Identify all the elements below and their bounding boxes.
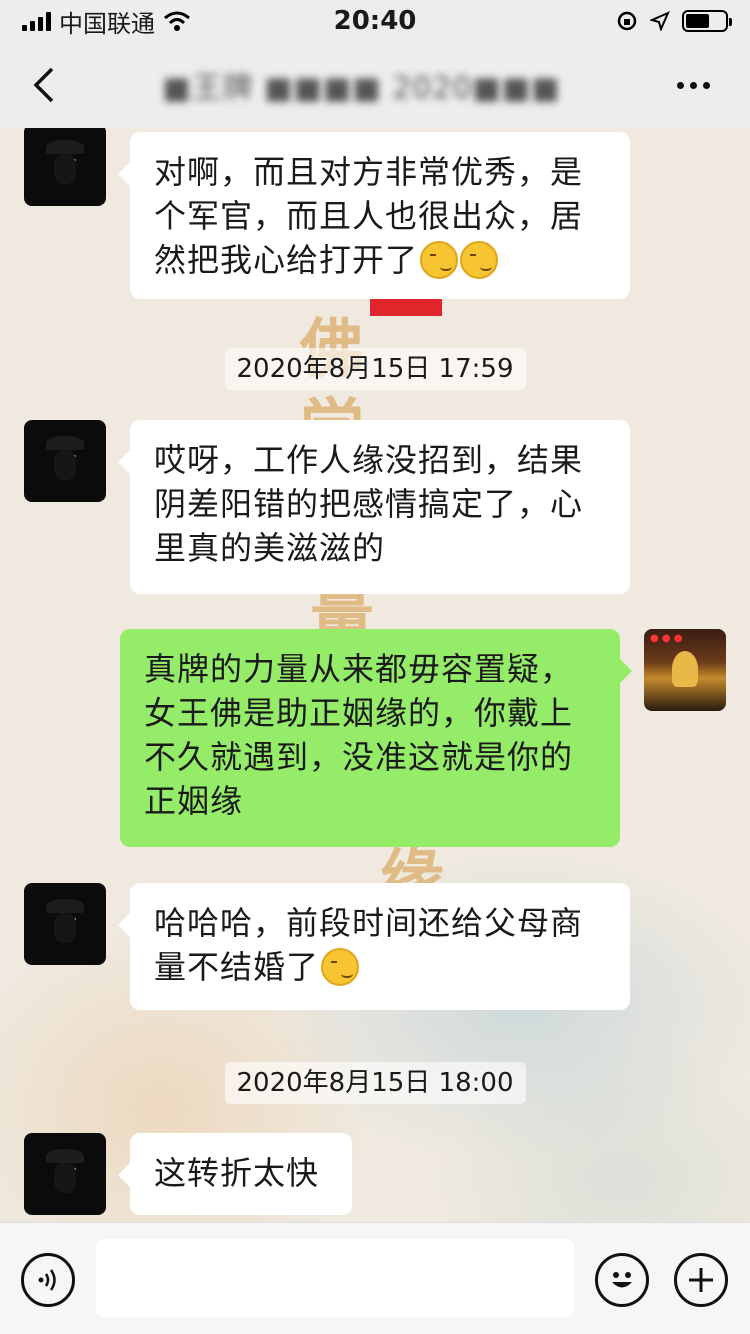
message-bubble-incoming[interactable]: 哈哈哈，前段时间还给父母商量不结婚了 (118, 883, 630, 1010)
timestamp: 2020年8月15日 17:59 (0, 348, 750, 390)
smirk-emoji-icon (420, 241, 459, 279)
input-bar (0, 1222, 750, 1334)
location-arrow-icon (650, 11, 670, 31)
emoji-button[interactable] (595, 1253, 649, 1307)
more-functions-button[interactable] (674, 1253, 728, 1307)
message-bubble-outgoing[interactable]: 真牌的力量从来都毋容置疑，女王佛是助正姻缘的，你戴上不久就遇到，没准这就是你的正… (120, 629, 632, 847)
carrier-label: 中国联通 (59, 9, 155, 38)
message-bubble-incoming[interactable]: 哎呀，工作人缘没招到，结果阴差阳错的把感情搞定了，心里真的美滋滋的 (118, 420, 630, 594)
self-avatar[interactable]: ● ● ● (644, 629, 726, 711)
message-input[interactable] (96, 1239, 574, 1317)
message-text: 哈哈哈，前段时间还给父母商量不结婚了 (154, 904, 584, 986)
chat-header: ■王牌 ■■■■ 2020■■■ (0, 42, 750, 128)
orientation-lock-icon (617, 11, 637, 31)
message-text: 哎呀，工作人缘没招到，结果阴差阳错的把感情搞定了，心里真的美滋滋的 (154, 441, 584, 567)
back-chevron-icon[interactable] (30, 65, 56, 105)
contact-avatar[interactable] (24, 128, 106, 206)
voice-input-button[interactable] (21, 1253, 75, 1307)
smirk-emoji-icon (460, 241, 499, 279)
timestamp-label: 2020年8月15日 18:00 (224, 1062, 526, 1104)
timestamp-label: 2020年8月15日 17:59 (224, 348, 526, 390)
message-text: 对啊，而且对方非常优秀，是个军官，而且人也很出众，居然把我心给打开了 (154, 153, 584, 279)
message-text: 这转折太快 (154, 1154, 320, 1192)
smirk-emoji-icon (321, 948, 360, 986)
status-right (616, 10, 732, 32)
chat-area[interactable]: 对啊，而且对方非常优秀，是个军官，而且人也很出众，居然把我心给打开了 2020年… (0, 128, 750, 1222)
status-bar: 中国联通 20:40 (0, 0, 750, 42)
wifi-icon (164, 11, 190, 31)
contact-avatar[interactable] (24, 1133, 106, 1215)
message-text: 真牌的力量从来都毋容置疑，女王佛是助正姻缘的，你戴上不久就遇到，没准这就是你的正… (144, 650, 574, 820)
status-left: 中国联通 (22, 4, 191, 39)
contact-avatar[interactable] (24, 883, 106, 965)
smiley-icon (612, 1272, 632, 1288)
more-options-icon[interactable] (667, 72, 720, 99)
signal-icon (22, 11, 51, 31)
chat-title: ■王牌 ■■■■ 2020■■■ (162, 71, 561, 106)
contact-avatar[interactable] (24, 420, 106, 502)
battery-icon (682, 10, 732, 32)
plus-icon (689, 1268, 713, 1292)
timestamp: 2020年8月15日 18:00 (0, 1062, 750, 1104)
voice-icon (38, 1269, 56, 1291)
message-bubble-incoming[interactable]: 对啊，而且对方非常优秀，是个军官，而且人也很出众，居然把我心给打开了 (118, 132, 630, 299)
message-bubble-incoming[interactable]: 这转折太快 (118, 1133, 352, 1215)
